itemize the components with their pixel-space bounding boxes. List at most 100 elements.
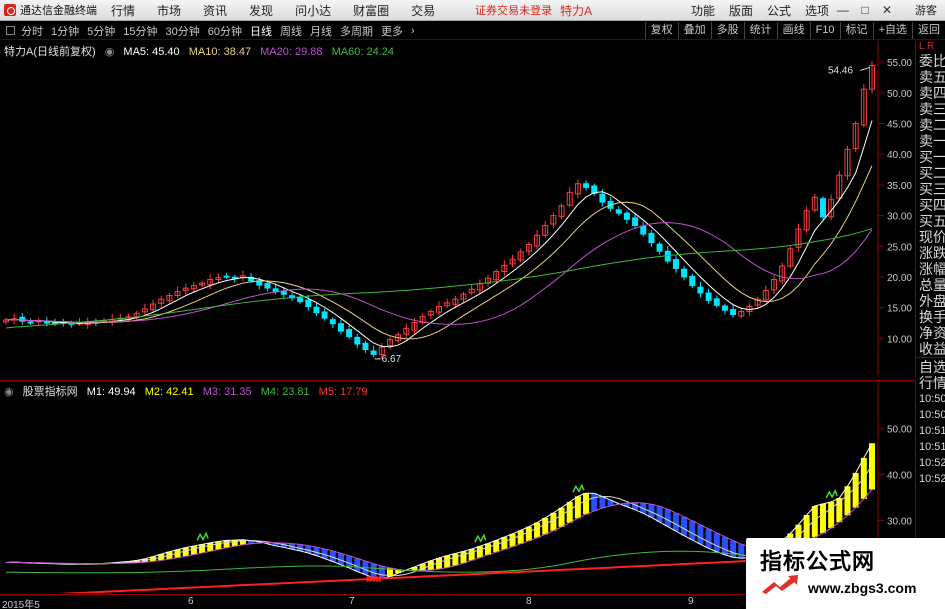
sidebar-item-ask1: 卖一: [919, 133, 945, 149]
period-15min[interactable]: 15分钟: [121, 23, 159, 39]
kline-chart-panel[interactable]: 55.00 50.00 45.00 40.00 35.00 30.00 25.00 20.00…: [0, 41, 916, 377]
candle-body: [623, 212, 630, 220]
candle-body: [632, 217, 639, 226]
buy-dot: [372, 579, 375, 582]
candle-body: [43, 321, 50, 324]
add-watchlist-button[interactable]: +自选: [872, 22, 912, 39]
minimize-icon[interactable]: —: [835, 3, 851, 17]
indicator-legend: ◉ 股票指标网 M1: 49.94 M2: 42.41 M3: 31.35 M4…: [4, 383, 374, 399]
period-multi[interactable]: 多周期: [338, 23, 375, 39]
menu-item-formula[interactable]: 公式: [767, 2, 791, 19]
period-60min[interactable]: 60分钟: [206, 23, 244, 39]
sidebar-item-volume: 总量: [919, 277, 945, 293]
period-intraday[interactable]: 分时: [19, 23, 45, 39]
layout-icon[interactable]: [6, 26, 15, 35]
candle-body: [329, 319, 336, 325]
indicator-settings-icon[interactable]: ◉: [4, 386, 14, 398]
candle-body: [297, 297, 304, 303]
indicator-bar: [828, 501, 835, 529]
overlay-button[interactable]: 叠加: [677, 22, 711, 39]
sidebar-item-change: 涨跌: [919, 245, 945, 261]
guest-user[interactable]: 游客: [915, 2, 937, 18]
candle-body: [819, 198, 826, 218]
indicator-bar: [819, 503, 826, 534]
y-tick-label: 25.00: [887, 242, 912, 253]
indicator-bar: [460, 551, 467, 564]
m5-label: M5: 17.79: [318, 386, 368, 398]
date-tick: 9: [688, 596, 694, 607]
indicator-bar: [190, 545, 197, 555]
period-toolbar: 分时 1分钟 5分钟 15分钟 30分钟 60分钟 日线 周线 月线 多周期 更…: [0, 22, 945, 40]
indicator-bar: [370, 563, 377, 578]
multi-stock-button[interactable]: 多股: [710, 22, 744, 39]
f10-button[interactable]: F10: [809, 22, 840, 39]
buy-dot: [375, 576, 378, 579]
m1-label: M1: 49.94: [86, 386, 136, 398]
sidebar-item-bid3: 买三: [919, 181, 945, 197]
indicator-title: 股票指标网: [22, 386, 78, 398]
close-icon[interactable]: ✕: [879, 3, 895, 17]
indicator-bar: [468, 548, 475, 561]
maximize-icon[interactable]: □: [857, 3, 873, 17]
kline-chart[interactable]: 55.00 50.00 45.00 40.00 35.00 30.00 25.00 20.00…: [0, 41, 916, 377]
indicator-bar: [444, 555, 451, 568]
signal-marker: [825, 489, 838, 499]
sidebar-item-quotes[interactable]: 行情: [917, 375, 945, 391]
menu-item-market[interactable]: 市场: [157, 2, 181, 19]
menu-item-news[interactable]: 资讯: [203, 2, 227, 19]
period-5min[interactable]: 5分钟: [85, 23, 117, 39]
sidebar-time-6: 10:52: [919, 473, 945, 485]
period-30min[interactable]: 30分钟: [164, 23, 202, 39]
ma20-label: MA20: 29.88: [260, 46, 323, 58]
menu-item-trade[interactable]: 交易: [411, 2, 435, 19]
period-daily[interactable]: 日线: [248, 23, 274, 39]
candle-body: [370, 350, 377, 355]
high-pointer: [859, 66, 871, 71]
m1-line: [5, 443, 873, 579]
menu-item-options[interactable]: 选项: [805, 2, 829, 19]
current-stock-name: 特力A: [560, 3, 593, 18]
sidebar-tag[interactable]: L R: [917, 41, 945, 53]
y-tick-label: 15.00: [887, 304, 912, 315]
indicator-bar: [534, 522, 541, 538]
back-button[interactable]: 返回: [912, 22, 945, 39]
menu-item-function[interactable]: 功能: [691, 2, 715, 19]
indicator-bar: [672, 512, 679, 532]
y-tick-label: 50.00: [887, 425, 912, 436]
period-more[interactable]: 更多: [379, 23, 405, 39]
indicator-bar: [517, 530, 524, 544]
login-status[interactable]: 证券交易未登录: [475, 2, 552, 18]
period-weekly[interactable]: 周线: [278, 23, 304, 39]
menu-item-discover[interactable]: 发现: [249, 2, 273, 19]
candle-body: [713, 298, 720, 306]
mark-button[interactable]: 标记: [839, 22, 873, 39]
chart-title: 特力A(日线前复权): [4, 46, 96, 58]
period-1min[interactable]: 1分钟: [49, 23, 81, 39]
sidebar-item-turnover: 换手: [919, 309, 945, 325]
adjust-button[interactable]: 复权: [644, 22, 678, 39]
settings-icon[interactable]: ◉: [105, 46, 115, 58]
draw-line-button[interactable]: 画线: [776, 22, 810, 39]
indicator-bar: [207, 542, 214, 552]
date-tick: 6: [188, 596, 194, 607]
signal-marker: [474, 533, 487, 543]
sidebar-item-outer: 外盘: [919, 293, 945, 309]
indicator-bar: [493, 540, 500, 553]
menu-item-wealth[interactable]: 财富圈: [353, 2, 389, 19]
indicator-bar: [223, 540, 230, 548]
candle-body: [730, 308, 737, 315]
indicator-bar: [681, 516, 688, 536]
menu-item-layout[interactable]: 版面: [729, 2, 753, 19]
sidebar-item-ask2: 卖二: [919, 117, 945, 133]
period-monthly[interactable]: 月线: [308, 23, 334, 39]
statistics-button[interactable]: 统计: [743, 22, 777, 39]
menu-item-quotes[interactable]: 行情: [111, 2, 135, 19]
sidebar-time-1: 10:50: [919, 393, 945, 405]
date-tick: 2015年5: [2, 600, 40, 609]
sidebar-item-watchlist[interactable]: 自选: [917, 359, 945, 375]
buy-dot: [378, 579, 381, 582]
y-tick-label: 35.00: [887, 181, 912, 192]
more-arrow-icon[interactable]: ›: [409, 25, 417, 37]
menu-item-ask[interactable]: 问小达: [295, 2, 331, 19]
buy-dot: [366, 576, 369, 579]
